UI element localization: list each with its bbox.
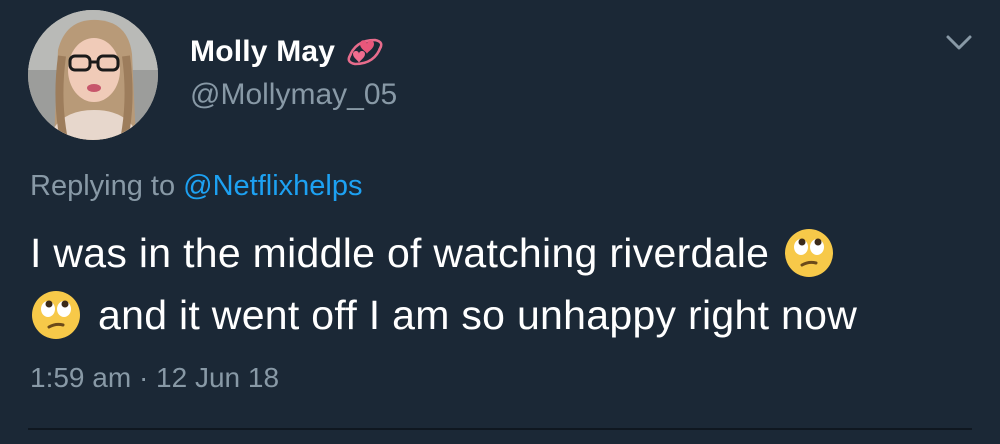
- display-name[interactable]: Molly May: [190, 35, 335, 69]
- tweet-text: I was in the middle of watching riverdal…: [30, 222, 980, 346]
- tweet-text-segment-2: and it went off I am so unhappy right no…: [98, 292, 858, 338]
- tweet-text-line-2: and it went off I am so unhappy right no…: [30, 284, 980, 346]
- face-with-rolling-eyes-icon: [783, 227, 835, 279]
- chevron-down-icon[interactable]: [944, 32, 974, 54]
- display-name-row: Molly May: [190, 30, 385, 74]
- reply-mention-link[interactable]: @Netflixhelps: [183, 170, 362, 202]
- revolving-hearts-icon: [345, 32, 385, 72]
- tweet-text-segment-1: I was in the middle of watching riverdal…: [30, 230, 770, 276]
- tweet-text-line-1: I was in the middle of watching riverdal…: [30, 222, 980, 284]
- user-handle[interactable]: @Mollymay_05: [190, 78, 397, 112]
- avatar[interactable]: [28, 10, 158, 140]
- tweet-card[interactable]: Molly May @Mollymay_05 Replying to @Netf…: [0, 0, 1000, 444]
- divider: [28, 428, 972, 430]
- reply-context: Replying to @Netflixhelps: [30, 170, 363, 203]
- tweet-timestamp[interactable]: 1:59 am · 12 Jun 18: [30, 362, 279, 394]
- face-with-rolling-eyes-icon: [30, 289, 82, 341]
- reply-prefix: Replying to: [30, 170, 176, 202]
